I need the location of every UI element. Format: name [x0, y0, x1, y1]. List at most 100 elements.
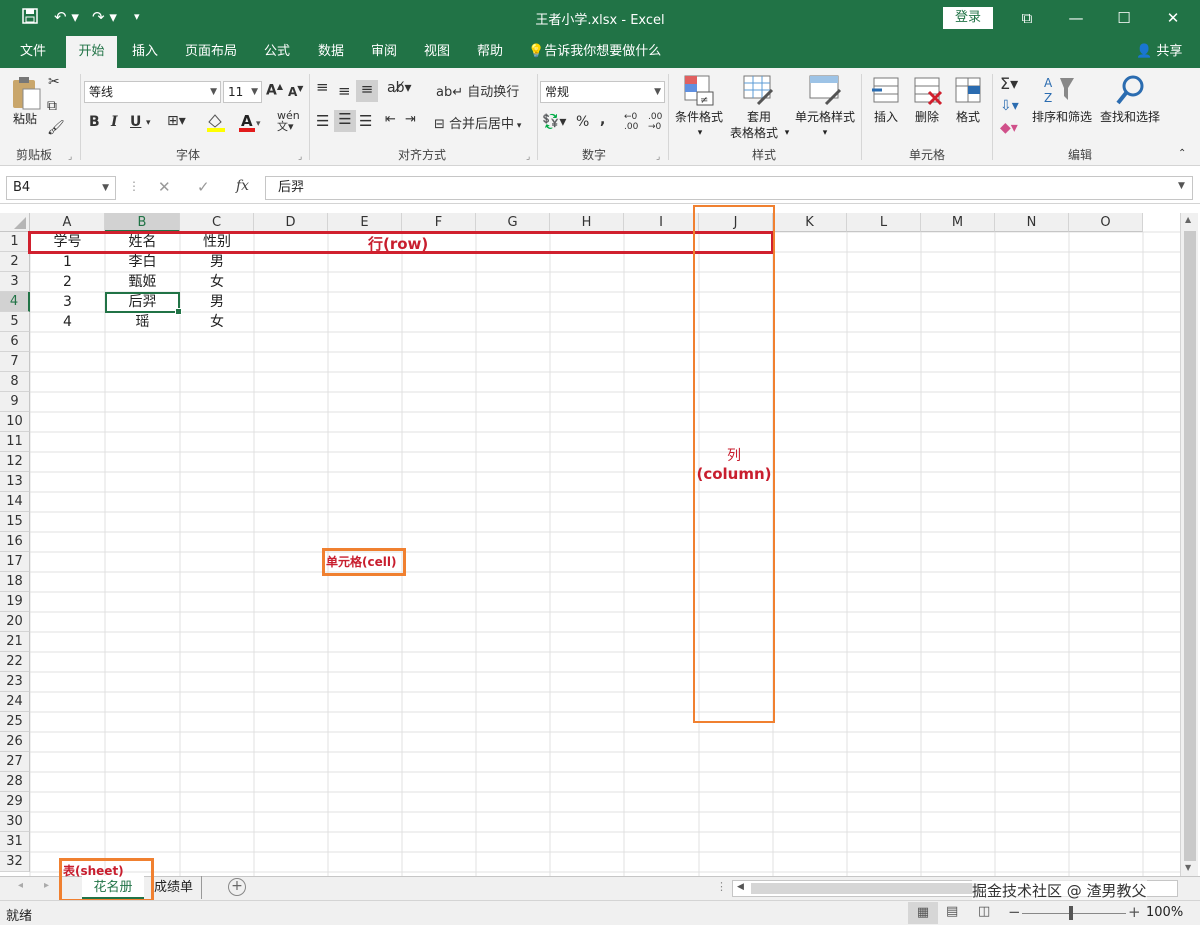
align-top-icon[interactable]: ≡	[316, 78, 329, 96]
row-header-24[interactable]: 24	[0, 692, 30, 712]
align-left-icon[interactable]: ☰	[316, 112, 329, 130]
borders-icon[interactable]: ⊞▾	[167, 113, 186, 129]
name-box[interactable]: B4 ▼	[6, 176, 116, 200]
row-header-17[interactable]: 17	[0, 552, 30, 572]
underline-icon[interactable]: U	[130, 114, 141, 130]
column-header-g[interactable]: G	[476, 213, 550, 232]
cell-b5[interactable]: 瑶	[105, 312, 180, 332]
format-painter-icon[interactable]: 🖌	[47, 120, 65, 136]
row-header-30[interactable]: 30	[0, 812, 30, 832]
row-header-18[interactable]: 18	[0, 572, 30, 592]
cell-styles-icon[interactable]	[808, 74, 842, 110]
paste-icon[interactable]	[10, 76, 42, 114]
align-right-icon[interactable]: ☰	[359, 112, 372, 130]
clipboard-launcher-icon[interactable]: ⌟	[68, 152, 72, 162]
column-header-h[interactable]: H	[550, 213, 624, 232]
tab-view[interactable]: 视图	[414, 36, 460, 68]
column-header-f[interactable]: F	[402, 213, 476, 232]
row-header-26[interactable]: 26	[0, 732, 30, 752]
row-header-29[interactable]: 29	[0, 792, 30, 812]
share-button[interactable]: 👤 共享	[1136, 36, 1182, 68]
fill-icon[interactable]: ⇩▾	[1000, 98, 1019, 114]
row-header-21[interactable]: 21	[0, 632, 30, 652]
find-select-icon[interactable]	[1115, 74, 1147, 110]
decrease-decimal-icon[interactable]: .00 →0	[648, 112, 662, 132]
insert-cells-icon[interactable]	[870, 74, 902, 110]
format-as-table-icon[interactable]	[742, 74, 774, 110]
row-header-32[interactable]: 32	[0, 852, 30, 872]
align-middle-icon[interactable]: ≡	[338, 82, 351, 100]
row-header-4[interactable]: 4	[0, 292, 30, 312]
row-header-15[interactable]: 15	[0, 512, 30, 532]
row-header-25[interactable]: 25	[0, 712, 30, 732]
scroll-up-icon[interactable]: ▲	[1185, 215, 1191, 224]
align-bottom-icon[interactable]: ≡	[356, 80, 378, 102]
row-header-14[interactable]: 14	[0, 492, 30, 512]
decrease-font-icon[interactable]: A▼	[288, 84, 303, 99]
decrease-indent-icon[interactable]: ⇤	[385, 112, 396, 127]
tab-split-grip-icon[interactable]: ⋮	[716, 880, 727, 893]
tell-me-search[interactable]: 💡告诉我你想要做什么	[528, 36, 661, 68]
underline-dropdown-icon[interactable]: ▾	[146, 118, 151, 128]
row-header-2[interactable]: 2	[0, 252, 30, 272]
column-header-d[interactable]: D	[254, 213, 328, 232]
row-header-5[interactable]: 5	[0, 312, 30, 332]
increase-indent-icon[interactable]: ⇥	[405, 112, 416, 127]
collapse-ribbon-icon[interactable]: ⌃	[1178, 148, 1186, 159]
column-header-o[interactable]: O	[1069, 213, 1143, 232]
scroll-down-icon[interactable]: ▼	[1185, 863, 1191, 872]
row-header-6[interactable]: 6	[0, 332, 30, 352]
tab-file[interactable]: 文件	[10, 36, 56, 68]
row-header-22[interactable]: 22	[0, 652, 30, 672]
autosum-icon[interactable]: Σ▾	[1000, 74, 1018, 93]
expand-formula-bar-icon[interactable]: ▼	[1178, 181, 1185, 191]
sheet-tab-scores[interactable]: 成绩单	[146, 876, 202, 899]
font-color-icon[interactable]: A ▾	[238, 112, 262, 138]
close-icon[interactable]: ✕	[1158, 6, 1188, 30]
cell-a4[interactable]: 3	[30, 292, 105, 312]
page-layout-view-icon[interactable]: ▤	[946, 904, 958, 919]
column-header-l[interactable]: L	[847, 213, 921, 232]
clear-icon[interactable]: ◆▾	[1000, 120, 1018, 136]
cell-c4[interactable]: 男	[180, 292, 254, 312]
row-header-12[interactable]: 12	[0, 452, 30, 472]
zoom-out-icon[interactable]: −	[1008, 903, 1021, 921]
ribbon-display-options-icon[interactable]: ⧉	[1012, 6, 1042, 30]
minimize-icon[interactable]: —	[1061, 6, 1091, 30]
scroll-left-icon[interactable]: ◀	[737, 882, 744, 892]
cell-c3[interactable]: 女	[180, 272, 254, 292]
zoom-level[interactable]: 100%	[1146, 905, 1183, 920]
increase-decimal-icon[interactable]: ←0.00	[624, 112, 638, 132]
font-size-select[interactable]: 11 ▼	[223, 81, 262, 103]
normal-view-icon[interactable]: ▦	[908, 902, 938, 924]
tab-help[interactable]: 帮助	[467, 36, 513, 68]
row-header-3[interactable]: 3	[0, 272, 30, 292]
cell-b3[interactable]: 甄姬	[105, 272, 180, 292]
column-header-n[interactable]: N	[995, 213, 1069, 232]
formula-input[interactable]: 后羿	[265, 176, 1193, 200]
column-header-k[interactable]: K	[773, 213, 847, 232]
increase-font-icon[interactable]: A▲	[266, 82, 283, 99]
tab-formulas[interactable]: 公式	[254, 36, 300, 68]
page-break-view-icon[interactable]: ◫	[978, 904, 990, 919]
row-header-16[interactable]: 16	[0, 532, 30, 552]
insert-function-icon[interactable]: fx	[236, 178, 249, 194]
tab-home[interactable]: 开始	[66, 36, 117, 68]
number-format-select[interactable]: 常规 ▼	[540, 81, 665, 103]
vertical-scrollbar[interactable]: ▲ ▼	[1180, 213, 1198, 876]
accounting-format-icon[interactable]: 💱▾	[542, 114, 566, 130]
percent-style-icon[interactable]: %	[576, 114, 589, 130]
add-sheet-icon[interactable]: +	[228, 878, 246, 896]
row-header-23[interactable]: 23	[0, 672, 30, 692]
column-header-a[interactable]: A	[30, 213, 105, 232]
conditional-formatting-icon[interactable]: ≠	[683, 74, 715, 110]
row-header-19[interactable]: 19	[0, 592, 30, 612]
wrap-text-button[interactable]: ab↵ 自动换行	[436, 81, 519, 100]
next-sheet-icon[interactable]: ▸	[44, 880, 49, 891]
row-header-7[interactable]: 7	[0, 352, 30, 372]
cell-b2[interactable]: 李白	[105, 252, 180, 272]
row-header-27[interactable]: 27	[0, 752, 30, 772]
column-header-c[interactable]: C	[180, 213, 254, 232]
horizontal-scroll-thumb[interactable]	[751, 883, 981, 894]
enter-icon[interactable]: ✓	[197, 178, 210, 196]
